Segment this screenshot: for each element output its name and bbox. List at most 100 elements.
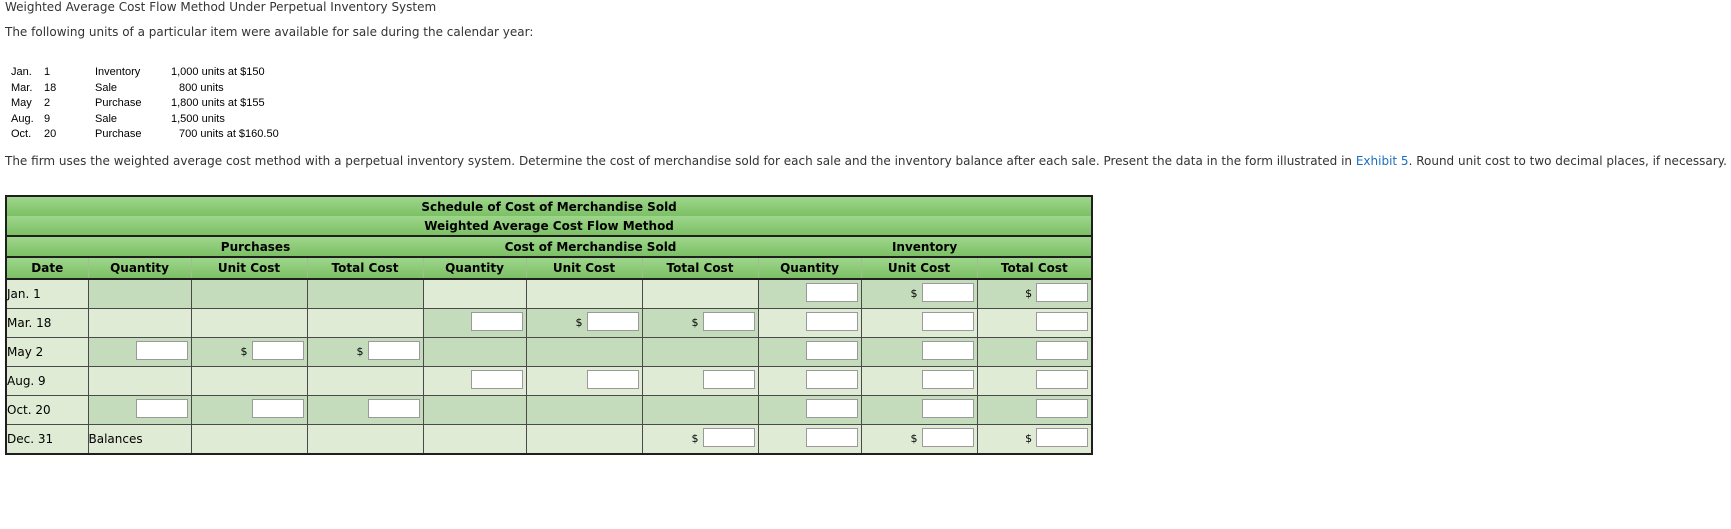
col-header-cms-quantity: Quantity (422, 257, 526, 280)
purchases-total-cost-input[interactable] (367, 341, 420, 360)
cell-empty (641, 278, 759, 309)
cms-total-cost-input[interactable] (702, 312, 755, 331)
units-day: 1 (44, 66, 51, 78)
exhibit-link[interactable]: Exhibit 5 (1356, 154, 1409, 168)
units-detail: 1,800 units at $155 (171, 97, 265, 109)
schedule-table: Schedule of Cost of Merchandise Sold Wei… (5, 195, 1094, 455)
inventory-unit-cost-input[interactable] (921, 370, 974, 389)
inventory-quantity-input[interactable] (805, 341, 858, 360)
cms-quantity-input[interactable] (470, 370, 523, 389)
dollar-sign: $ (1025, 432, 1033, 445)
dollar-sign: $ (240, 345, 248, 358)
row-date: May 2 (5, 337, 89, 367)
col-header-cms-unit-cost: Unit Cost (525, 257, 642, 280)
inventory-total-cost-input[interactable] (1036, 312, 1089, 331)
table-row: Aug. 9 (5, 366, 1093, 396)
cms-unit-cost-input[interactable] (586, 370, 639, 389)
inventory-unit-cost-input[interactable] (921, 283, 974, 302)
col-header-inventory-total-cost: Total Cost (976, 257, 1093, 280)
table-row: Oct. 20 (5, 395, 1093, 425)
cell-empty (190, 366, 308, 396)
cell-empty (422, 337, 527, 367)
inventory-quantity-input[interactable] (805, 370, 858, 389)
cell-empty (87, 366, 192, 396)
inventory-total-cost-input[interactable] (1036, 370, 1089, 389)
units-day: 20 (44, 128, 57, 140)
purchases-total-cost-input[interactable] (367, 399, 420, 418)
cell-empty (422, 424, 527, 455)
dollar-sign: $ (691, 316, 699, 329)
group-header-purchases: Purchases (88, 235, 423, 258)
cell-empty (87, 308, 192, 338)
units-month: Mar. (11, 81, 33, 94)
table-row: Jan. 1 $ $ (5, 278, 1093, 309)
group-header-cost-of-merchandise-sold: Cost of Merchandise Sold (423, 235, 758, 258)
purchases-unit-cost-input[interactable] (251, 341, 304, 360)
cms-unit-cost-input[interactable] (586, 312, 639, 331)
col-header-inventory-quantity: Quantity (757, 257, 861, 280)
intro-text: The following units of a particular item… (5, 25, 534, 39)
balances-label: Balances (87, 424, 192, 455)
instructions: The firm uses the weighted average cost … (5, 152, 1727, 171)
group-header-blank (6, 235, 88, 258)
page-title: Weighted Average Cost Flow Method Under … (5, 0, 437, 14)
cell-empty (190, 424, 308, 455)
purchases-unit-cost-input[interactable] (251, 399, 304, 418)
row-date: Mar. 18 (5, 308, 89, 338)
units-month: Aug. (11, 112, 34, 125)
inventory-total-cost-input[interactable] (1036, 428, 1089, 447)
units-detail: 1,000 units at $150 (171, 66, 265, 78)
inventory-unit-cost-input[interactable] (921, 428, 974, 447)
purchases-quantity-input[interactable] (135, 399, 188, 418)
inventory-total-cost-input[interactable] (1036, 399, 1089, 418)
table-row: Dec. 31 Balances $ $ $ (5, 424, 1093, 455)
cell-empty (422, 395, 527, 425)
inventory-total-cost-input[interactable] (1036, 341, 1089, 360)
cell-empty (190, 278, 308, 309)
cms-quantity-input[interactable] (470, 312, 523, 331)
units-type: Inventory (95, 66, 141, 78)
units-list: Jan. 1 Inventory 1,000 units at $150 Mar… (11, 65, 279, 143)
units-detail: 700 units at $160.50 (179, 128, 279, 140)
cell-empty (306, 366, 424, 396)
dollar-sign: $ (910, 432, 918, 445)
cell-empty (190, 308, 308, 338)
units-day: 2 (44, 97, 51, 109)
col-header-purchases-unit-cost: Unit Cost (190, 257, 307, 280)
units-detail: 1,500 units (171, 112, 225, 125)
dollar-sign: $ (575, 316, 583, 329)
units-row: Jan. 1 Inventory 1,000 units at $150 (11, 65, 279, 81)
inventory-unit-cost-input[interactable] (921, 312, 974, 331)
inventory-quantity-input[interactable] (805, 312, 858, 331)
units-row: May 2 Purchase 1,800 units at $155 (11, 96, 279, 112)
units-row: Oct. 20 Purchase 700 units at $160.50 (11, 127, 279, 143)
units-day: 18 (44, 81, 57, 94)
units-month: May (11, 97, 32, 109)
dollar-sign: $ (1025, 287, 1033, 300)
inventory-unit-cost-input[interactable] (921, 341, 974, 360)
units-row: Mar. 18 Sale 800 units (11, 81, 279, 97)
schedule-subtitle: Weighted Average Cost Flow Method (6, 216, 1093, 237)
inventory-quantity-input[interactable] (805, 399, 858, 418)
units-type: Sale (95, 112, 118, 125)
inventory-quantity-input[interactable] (805, 428, 858, 447)
units-type: Purchase (95, 128, 142, 140)
cell-empty (525, 424, 643, 455)
cell-empty (525, 337, 643, 367)
inventory-total-cost-input[interactable] (1036, 283, 1089, 302)
table-row: May 2 $ $ (5, 337, 1093, 367)
inventory-quantity-input[interactable] (805, 283, 858, 302)
inventory-unit-cost-input[interactable] (921, 399, 974, 418)
units-detail: 800 units (179, 81, 224, 94)
purchases-quantity-input[interactable] (135, 341, 188, 360)
units-day: 9 (44, 112, 51, 125)
schedule-title: Schedule of Cost of Merchandise Sold (6, 195, 1093, 216)
cms-total-cost-input[interactable] (702, 370, 755, 389)
cms-total-cost-input[interactable] (702, 428, 755, 447)
units-month: Oct. (11, 128, 32, 140)
units-row: Aug. 9 Sale 1,500 units (11, 112, 279, 128)
col-header-purchases-quantity: Quantity (87, 257, 191, 280)
row-date: Aug. 9 (5, 366, 89, 396)
cell-empty (422, 278, 527, 309)
group-header-inventory: Inventory (758, 235, 1093, 258)
